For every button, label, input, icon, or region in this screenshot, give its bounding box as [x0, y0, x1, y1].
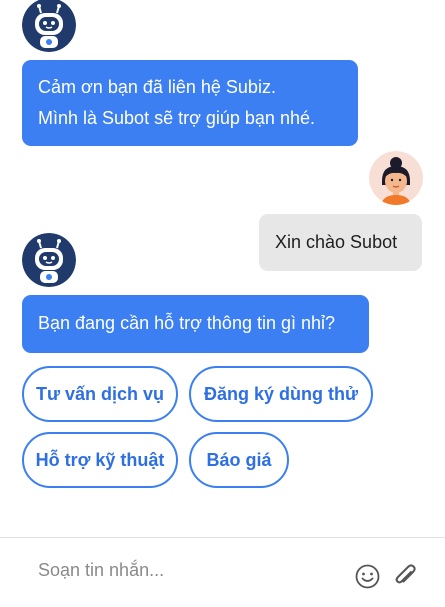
smiley-icon[interactable] — [355, 564, 380, 594]
quick-reply-bao-gia[interactable]: Báo giá — [189, 432, 289, 488]
bot-message-question: Bạn đang cần hỗ trợ thông tin gì nhỉ? — [22, 295, 369, 353]
bot-question-text: Bạn đang cần hỗ trợ thông tin gì nhỉ? — [38, 313, 336, 333]
bot-avatar — [22, 233, 76, 287]
greeting-line-2: Mình là Subot sẽ trợ giúp bạn nhé. — [38, 108, 315, 128]
user-avatar — [369, 151, 423, 205]
user-message-text: Xin chào Subot — [275, 232, 398, 252]
greeting-line-1: Cảm ơn bạn đã liên hệ Subiz. — [38, 77, 276, 97]
quick-reply-dang-ky-dung-thu[interactable]: Đăng ký dùng thử — [189, 366, 373, 422]
quick-reply-tu-van-dich-vu[interactable]: Tư vấn dịch vụ — [22, 366, 178, 422]
quick-reply-ho-tro-ky-thuat[interactable]: Hỗ trợ kỹ thuật — [22, 432, 178, 488]
message-composer: Soạn tin nhắn... — [0, 537, 445, 607]
user-message: Xin chào Subot — [259, 214, 422, 271]
paperclip-icon[interactable] — [392, 562, 418, 595]
bot-message-greeting: Cảm ơn bạn đã liên hệ Subiz. Mình là Sub… — [22, 60, 358, 146]
message-input[interactable]: Soạn tin nhắn... — [38, 560, 164, 581]
bot-avatar — [22, 0, 76, 52]
